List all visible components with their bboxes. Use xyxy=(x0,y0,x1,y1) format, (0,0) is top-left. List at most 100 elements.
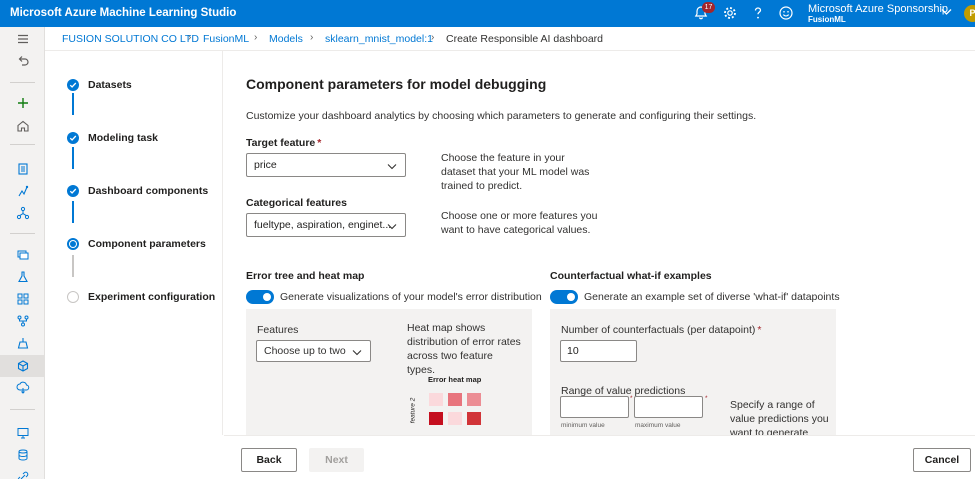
rail-divider xyxy=(10,144,35,145)
categorical-features-help: Choose one or more features you want to … xyxy=(441,210,598,236)
required-asterisk: * xyxy=(757,324,762,336)
app-title[interactable]: Microsoft Azure Machine Learning Studio xyxy=(10,7,236,19)
counterfactual-toggle-label: Generate an example set of diverse 'what… xyxy=(584,291,840,303)
step-modeling-task[interactable]: Modeling task xyxy=(67,132,158,144)
cancel-button[interactable]: Cancel xyxy=(913,448,971,472)
step-pending-dot-icon xyxy=(67,291,79,303)
hamburger-menu-icon[interactable] xyxy=(0,28,45,50)
datasets-icon[interactable] xyxy=(0,244,45,266)
step-label: Component parameters xyxy=(88,238,206,250)
datastores-icon[interactable] xyxy=(0,444,45,466)
breadcrumb-chevron-icon: › xyxy=(431,32,435,43)
step-label: Modeling task xyxy=(88,132,159,144)
step-connector xyxy=(72,93,74,115)
notebook-icon[interactable] xyxy=(0,158,45,180)
rail-divider xyxy=(10,82,35,83)
categorical-features-value: fueltype, aspiration, enginet... xyxy=(254,219,392,231)
breadcrumb-workspace[interactable]: FusionML xyxy=(203,33,249,45)
breadcrumb-chevron-icon: › xyxy=(254,32,258,43)
back-button[interactable]: Back xyxy=(241,448,297,472)
step-label: Experiment configuration xyxy=(88,291,216,303)
linked-services-icon[interactable] xyxy=(0,466,45,479)
automated-ml-icon[interactable] xyxy=(0,180,45,202)
page-title: Component parameters for model debugging xyxy=(246,76,547,92)
counterfactual-count-label: Number of counterfactuals (per datapoint… xyxy=(561,324,762,336)
breadcrumb-chevron-icon: › xyxy=(188,32,192,43)
rail-divider xyxy=(10,233,35,234)
breadcrumb-current-page: Create Responsible AI dashboard xyxy=(446,33,604,45)
next-button[interactable]: Next xyxy=(309,448,364,472)
models-cube-icon[interactable] xyxy=(0,355,45,377)
chevron-down-icon xyxy=(387,221,397,233)
step-datasets[interactable]: Datasets xyxy=(67,79,132,91)
environments-icon[interactable] xyxy=(0,332,45,354)
range-max-input[interactable] xyxy=(634,396,703,418)
wizard-stepper: Datasets Modeling task Dashboard compone… xyxy=(45,51,223,435)
step-experiment-configuration[interactable]: Experiment configuration xyxy=(67,291,215,303)
breadcrumb-model[interactable]: sklearn_mnist_model:1 xyxy=(325,33,433,45)
counterfactual-count-input[interactable]: 10 xyxy=(560,340,637,362)
top-app-bar: Microsoft Azure Machine Learning Studio … xyxy=(0,0,975,27)
target-feature-dropdown[interactable]: price xyxy=(246,153,406,177)
step-current-dot-icon xyxy=(67,238,79,250)
heatmap-cell xyxy=(448,393,462,406)
features-label: Features xyxy=(257,324,299,336)
required-asterisk: * xyxy=(317,137,322,149)
settings-gear-icon[interactable] xyxy=(722,5,738,21)
error-analysis-title: Error tree and heat map xyxy=(246,270,365,282)
feedback-smiley-icon[interactable] xyxy=(778,5,794,21)
counterfactual-panel: Number of counterfactuals (per datapoint… xyxy=(550,309,836,435)
help-icon[interactable] xyxy=(750,5,766,21)
designer-icon[interactable] xyxy=(0,202,45,224)
categorical-features-label: Categorical features xyxy=(246,197,347,209)
error-analysis-toggle-label: Generate visualizations of your model's … xyxy=(280,291,542,303)
step-connector xyxy=(72,147,74,169)
error-analysis-toggle[interactable] xyxy=(246,290,274,304)
pipelines-icon[interactable] xyxy=(0,310,45,332)
chevron-down-icon[interactable] xyxy=(941,8,952,19)
account-workspace-name[interactable]: FusionML xyxy=(808,15,846,24)
back-arrow-icon[interactable] xyxy=(0,50,45,72)
avatar[interactable]: P xyxy=(964,5,975,22)
left-nav-rail xyxy=(0,27,45,479)
rail-divider xyxy=(10,409,35,410)
chevron-down-icon xyxy=(352,347,362,359)
home-icon[interactable] xyxy=(0,115,45,137)
categorical-features-dropdown[interactable]: fueltype, aspiration, enginet... xyxy=(246,213,406,237)
experiments-flask-icon[interactable] xyxy=(0,266,45,288)
required-asterisk: * xyxy=(630,395,633,402)
components-icon[interactable] xyxy=(0,288,45,310)
range-max-caption: maximum value xyxy=(635,422,681,429)
counterfactual-title: Counterfactual what-if examples xyxy=(550,270,712,282)
step-connector xyxy=(72,201,74,223)
step-complete-check-icon xyxy=(67,79,79,91)
breadcrumb-models[interactable]: Models xyxy=(269,33,303,45)
step-label: Datasets xyxy=(88,79,132,91)
step-connector xyxy=(72,255,74,277)
target-feature-label: Target feature * xyxy=(246,137,322,149)
compute-icon[interactable] xyxy=(0,422,45,444)
endpoints-icon[interactable] xyxy=(0,377,45,399)
step-component-parameters[interactable]: Component parameters xyxy=(67,238,206,250)
target-feature-help: Choose the feature in your dataset that … xyxy=(441,152,590,192)
features-dropdown[interactable]: Choose up to two xyxy=(256,340,371,362)
wizard-footer: Back Next Cancel xyxy=(224,435,975,479)
step-complete-check-icon xyxy=(67,132,79,144)
notification-count-badge: 17 xyxy=(702,2,715,13)
plus-new-icon[interactable] xyxy=(0,92,45,114)
range-min-caption: minimum value xyxy=(561,422,605,429)
breadcrumb: FUSION SOLUTION CO LTD › FusionML › Mode… xyxy=(45,27,975,51)
heatmap-cell xyxy=(429,393,443,406)
counterfactual-toggle[interactable] xyxy=(550,290,578,304)
page-description: Customize your dashboard analytics by ch… xyxy=(246,110,757,122)
range-help: Specify a range of value predictions you… xyxy=(730,399,829,435)
heatmap-help: Heat map shows distribution of error rat… xyxy=(407,322,521,376)
breadcrumb-chevron-icon: › xyxy=(310,32,314,43)
target-feature-value: price xyxy=(254,159,277,171)
heatmap-title: Error heat map xyxy=(428,375,482,384)
range-min-input[interactable] xyxy=(560,396,629,418)
step-dashboard-components[interactable]: Dashboard components xyxy=(67,185,208,197)
account-subscription-name[interactable]: Microsoft Azure Sponsorship xyxy=(808,3,948,15)
breadcrumb-org[interactable]: FUSION SOLUTION CO LTD xyxy=(62,33,199,45)
heatmap-cell xyxy=(429,412,443,425)
